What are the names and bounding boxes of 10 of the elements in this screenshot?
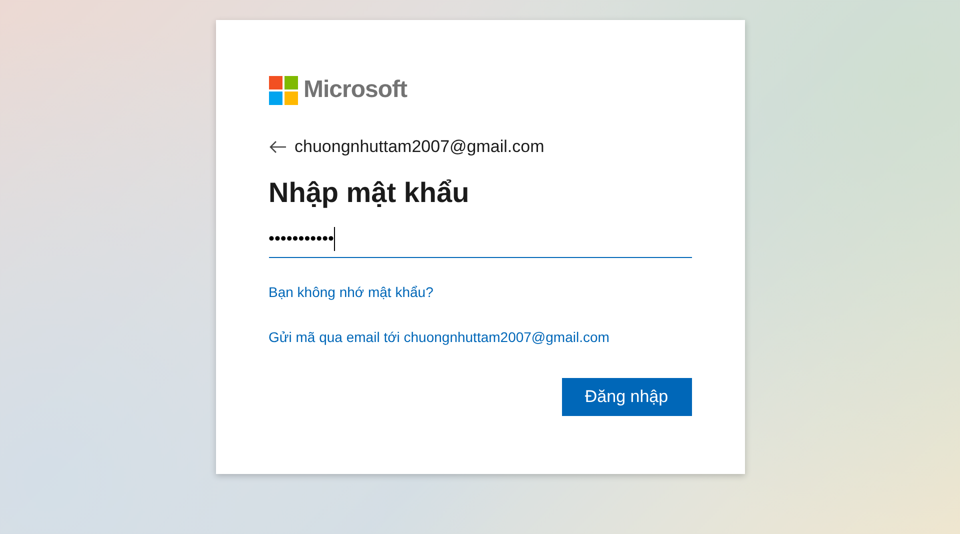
back-arrow-icon[interactable] xyxy=(268,140,286,154)
sign-in-button[interactable]: Đăng nhập xyxy=(562,378,692,416)
email-code-link[interactable]: Gửi mã qua email tới chuongnhuttam2007@gmail.com xyxy=(268,326,610,348)
page-title: Nhập mật khẩu xyxy=(268,176,470,210)
account-email: chuongnhuttam2007@gmail.com xyxy=(294,136,544,158)
password-field[interactable]: ••••••••••• xyxy=(268,222,692,258)
microsoft-logo-icon xyxy=(268,76,298,104)
text-cursor xyxy=(334,227,336,251)
brand-name: Microsoft xyxy=(304,75,407,105)
forgot-password-link[interactable]: Bạn không nhớ mật khẩu? xyxy=(268,282,434,302)
